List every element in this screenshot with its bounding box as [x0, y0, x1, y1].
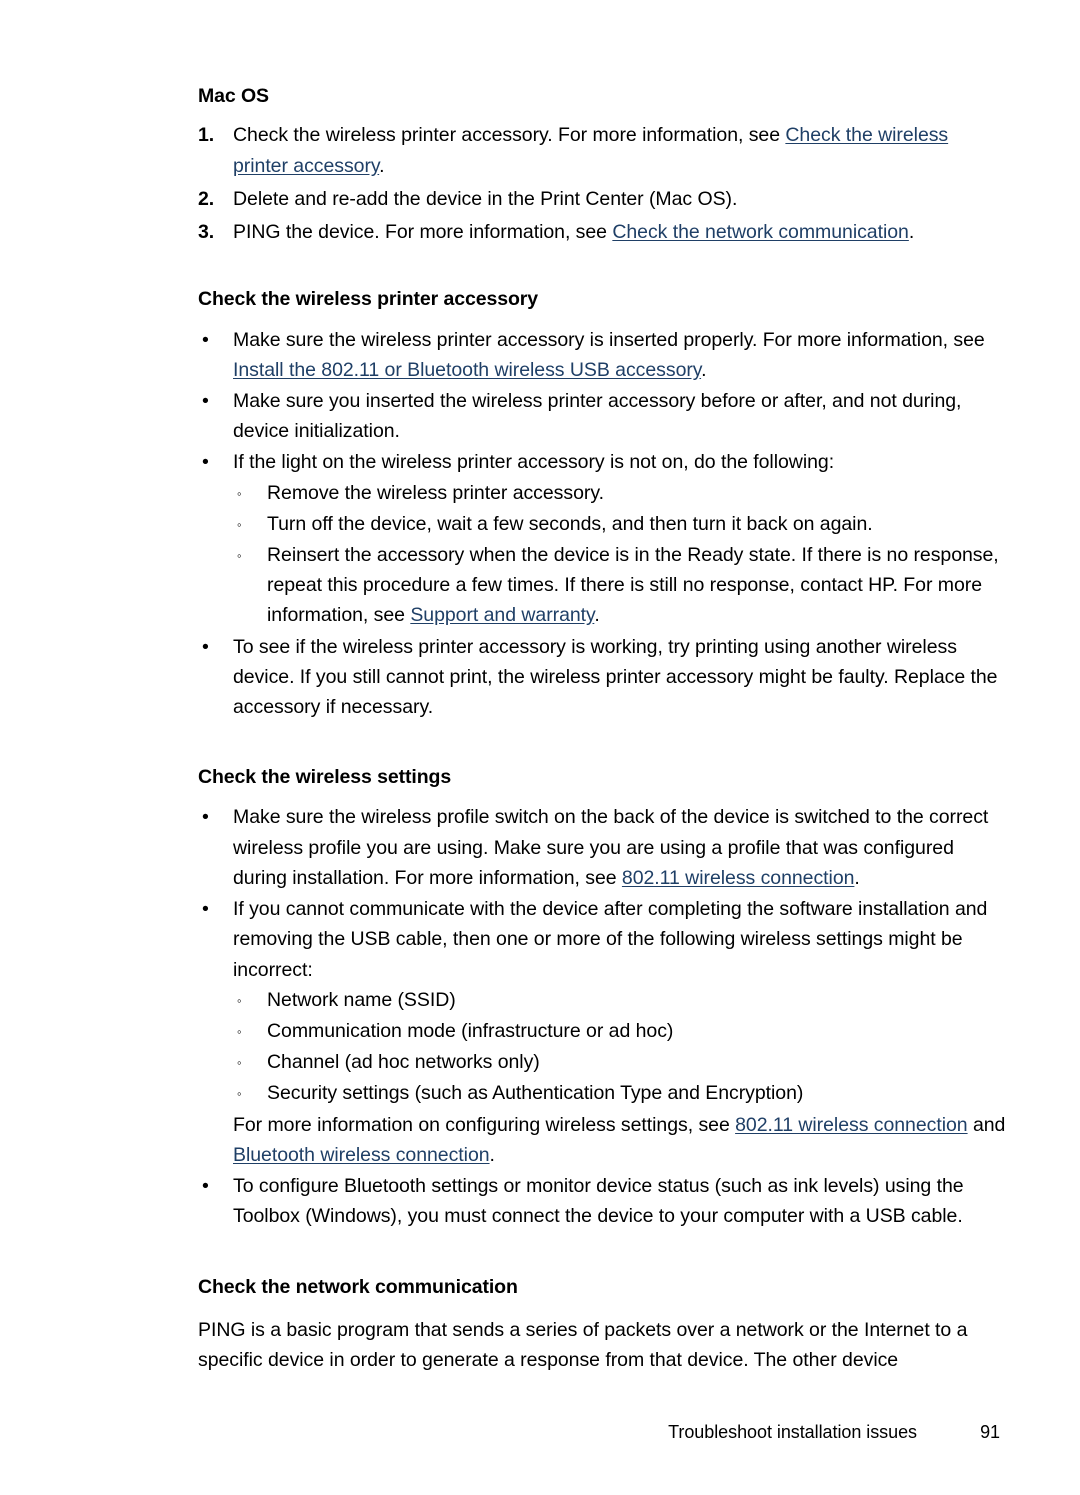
heading-check-wireless-printer-accessory: Check the wireless printer accessory	[198, 288, 538, 311]
step-text-tail: .	[379, 154, 385, 177]
bullet-text: To see if the wireless printer accessory…	[233, 635, 998, 718]
list-item: • To configure Bluetooth settings or moni…	[198, 1171, 1008, 1231]
link-check-the-network-communication[interactable]: Check the network communication	[612, 221, 909, 243]
list-item: ◦ Channel (ad hoc networks only)	[233, 1047, 1008, 1077]
bullet-text-tail: .	[701, 358, 707, 381]
list-item: ◦ Reinsert the accessory when the device …	[233, 540, 1008, 631]
heading-check-network-communication: Check the network communication	[198, 1276, 518, 1299]
link-support-and-warranty[interactable]: Support and warranty	[410, 604, 594, 626]
bullet-icon: •	[202, 806, 209, 829]
sub-bullet-text: Remove the wireless printer accessory.	[267, 481, 604, 504]
list-item: ◦ Turn off the device, wait a few seconds…	[233, 509, 1008, 539]
heading-check-wireless-settings: Check the wireless settings	[198, 766, 452, 789]
list-item: 2. Delete and re-add the device in the Pr…	[198, 184, 1008, 214]
continuation-text: For more information on configuring wire…	[233, 1113, 736, 1136]
bullet-icon: •	[202, 898, 209, 921]
footer-title: Troubleshoot installation issues	[668, 1422, 917, 1442]
circle-bullet-icon: ◦	[237, 516, 242, 532]
list-item: • If you cannot communicate with the devi…	[198, 894, 1008, 1170]
heading-mac-os: Mac OS	[198, 85, 269, 107]
link-install-802-11-or-bluetooth-wireless-usb-accessory[interactable]: Install the 802.11 or Bluetooth wireless…	[233, 359, 701, 381]
sub-bullet-text: Turn off the device, wait a few seconds,…	[267, 512, 873, 535]
link-802-11-wireless-connection-2[interactable]: 802.11 wireless connection	[735, 1114, 968, 1136]
bullet-icon: •	[202, 635, 209, 658]
accessory-bullet-list: • Make sure the wireless printer accessor…	[198, 325, 1008, 723]
bullet-icon: •	[202, 451, 209, 474]
step-text-tail: .	[908, 220, 915, 243]
list-item: • Make sure the wireless profile switch o…	[198, 802, 1008, 893]
document-page: Mac OS 1. Check the wireless printer acce…	[0, 0, 1080, 1495]
settings-bullet-list: • Make sure the wireless profile switch o…	[198, 802, 1008, 1231]
circle-bullet-icon: ◦	[237, 992, 242, 1008]
bullet-text: Make sure the wireless printer accessory…	[233, 328, 985, 351]
bullet-icon: •	[202, 1174, 209, 1197]
step-text: Check the wireless printer accessory. Fo…	[233, 124, 786, 147]
circle-bullet-icon: ◦	[237, 1023, 242, 1039]
list-item: ◦ Network name (SSID)	[233, 985, 1008, 1015]
accessory-sub-bullet-list: ◦ Remove the wireless printer accessory. …	[233, 478, 1008, 631]
bullet-text-tail: .	[854, 866, 860, 889]
bullet-text: If you cannot communicate with the devic…	[233, 898, 988, 981]
list-item: ◦ Communication mode (infrastructure or a…	[233, 1016, 1008, 1046]
page-footer: Troubleshoot installation issues 91	[198, 1422, 1008, 1448]
list-item: ◦ Remove the wireless printer accessory.	[233, 478, 1008, 508]
mac-os-step-list: 1. Check the wireless printer accessory. …	[198, 120, 1008, 247]
list-item: • If the light on the wireless printer ac…	[198, 447, 1008, 630]
page-content: Mac OS 1. Check the wireless printer acce…	[198, 84, 1008, 1375]
settings-sub-bullet-list: ◦ Network name (SSID) ◦ Communication mode…	[233, 985, 1008, 1109]
list-item: ◦ Security settings (such as Authenticati…	[233, 1078, 1008, 1108]
network-communication-paragraph: PING is a basic program that sends a ser…	[198, 1318, 968, 1371]
sub-bullet-text: Communication mode (infrastructure or ad…	[267, 1019, 674, 1042]
bullet-icon: •	[202, 328, 209, 351]
step-text: Delete and re-add the device in the Prin…	[233, 187, 738, 210]
continuation-text-middle: and	[967, 1113, 1006, 1136]
sub-bullet-text: Security settings (such as Authenticatio…	[267, 1082, 804, 1105]
settings-continuation-paragraph: For more information on configuring wire…	[233, 1110, 1008, 1170]
link-802-11-wireless-connection[interactable]: 802.11 wireless connection	[622, 867, 855, 889]
bullet-text: Make sure the wireless profile switch on…	[233, 806, 989, 889]
continuation-text-tail: .	[489, 1143, 495, 1166]
step-number: 1.	[198, 124, 215, 147]
sub-bullet-text-tail: .	[594, 604, 600, 627]
sub-bullet-text: Reinsert the accessory when the device i…	[267, 543, 999, 627]
bullet-text: To configure Bluetooth settings or monit…	[233, 1174, 964, 1228]
list-item: 3. PING the device. For more information,…	[198, 217, 1008, 247]
circle-bullet-icon: ◦	[237, 1055, 242, 1071]
sub-bullet-text: Network name (SSID)	[267, 988, 456, 1011]
bullet-text: If the light on the wireless printer acc…	[233, 451, 835, 474]
list-item: • Make sure the wireless printer accessor…	[198, 325, 1008, 385]
circle-bullet-icon: ◦	[237, 547, 242, 563]
bullet-text: Make sure you inserted the wireless prin…	[233, 389, 962, 443]
step-number: 2.	[198, 187, 215, 210]
list-item: • To see if the wireless printer accessor…	[198, 632, 1008, 723]
step-number: 3.	[198, 220, 215, 243]
footer-page-number: 91	[980, 1422, 1000, 1442]
sub-bullet-text: Channel (ad hoc networks only)	[267, 1051, 540, 1074]
circle-bullet-icon: ◦	[237, 1086, 242, 1102]
list-item: 1. Check the wireless printer accessory. …	[198, 120, 1008, 180]
step-text: PING the device. For more information, s…	[233, 220, 613, 243]
list-item: • Make sure you inserted the wireless pri…	[198, 386, 1008, 446]
bullet-icon: •	[202, 389, 209, 412]
circle-bullet-icon: ◦	[237, 485, 242, 501]
link-bluetooth-wireless-connection[interactable]: Bluetooth wireless connection	[233, 1144, 490, 1166]
